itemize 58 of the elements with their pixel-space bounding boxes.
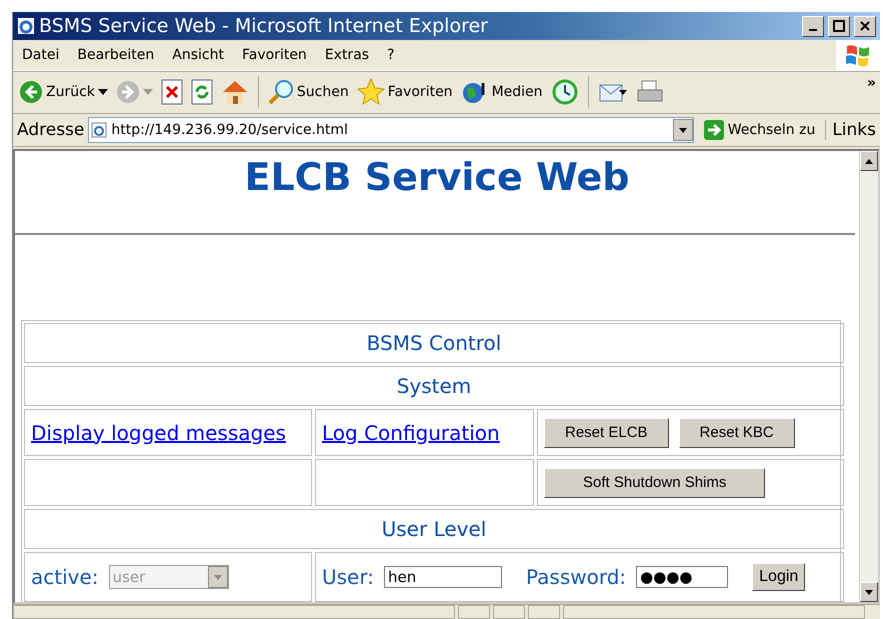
down-arrow-icon — [865, 590, 873, 594]
menu-item[interactable]: Extras — [316, 47, 378, 63]
star-icon — [356, 78, 385, 106]
address-label: Adresse — [17, 120, 84, 140]
back-button[interactable]: Zurück — [17, 80, 110, 104]
login-button[interactable]: Login — [752, 563, 806, 591]
reset-button[interactable]: Reset ELCB — [544, 418, 669, 448]
minimize-icon — [809, 29, 817, 31]
menu-item[interactable]: Favoriten — [232, 47, 316, 63]
caret-icon — [678, 128, 687, 132]
stop-icon — [160, 79, 183, 105]
media-button[interactable]: Medien — [458, 79, 545, 105]
password-field[interactable]: ●●●● — [636, 566, 728, 588]
favorites-button[interactable]: Favoriten — [354, 78, 455, 106]
caret-icon — [214, 574, 222, 580]
window-title: BSMS Service Web - Microsoft Internet Explorer — [39, 15, 489, 37]
links-button[interactable]: Links — [825, 120, 876, 140]
menu-item[interactable]: Datei — [13, 47, 68, 63]
dropdown-button[interactable] — [672, 119, 693, 141]
user-label: User: — [322, 565, 374, 589]
page-icon — [91, 122, 108, 138]
house-icon — [220, 79, 249, 105]
address-field[interactable]: http://149.236.99.20/service.html — [88, 117, 694, 143]
maximize-icon — [833, 20, 845, 32]
section-title: System — [396, 374, 472, 398]
close-button[interactable] — [854, 16, 876, 36]
page-icon — [17, 17, 35, 35]
user-field[interactable]: hen — [384, 566, 502, 588]
stop-button[interactable] — [158, 79, 185, 105]
close-icon — [860, 21, 870, 31]
page-heading: ELCB Service Web — [244, 154, 630, 201]
shutdown-button[interactable]: Soft Shutdown Shims — [544, 468, 766, 498]
minimize-button[interactable] — [802, 16, 824, 36]
address-text: http://149.236.99.20/service.html — [111, 122, 349, 138]
active-label: active: — [31, 565, 99, 589]
messages-link[interactable]: Display logged messages — [31, 420, 286, 444]
search-icon — [268, 79, 294, 105]
caret-icon — [98, 89, 108, 95]
config-link[interactable]: Log Configuration — [322, 420, 500, 444]
scroll-down-button[interactable] — [860, 582, 878, 602]
up-arrow-icon — [865, 158, 873, 164]
refresh-icon — [190, 79, 213, 105]
go-button[interactable]: Wechseln zu — [698, 119, 822, 141]
menu-item[interactable]: ? — [378, 47, 404, 63]
section-title: User Level — [382, 517, 486, 541]
search-button[interactable]: Suchen — [266, 79, 351, 105]
clock-icon — [550, 78, 579, 106]
refresh-button[interactable] — [188, 79, 215, 105]
caret-icon — [142, 89, 153, 95]
scrollbar[interactable] — [859, 151, 878, 602]
menu-item[interactable]: Ansicht — [163, 47, 233, 63]
menu-item[interactable]: Bearbeiten — [68, 47, 164, 63]
maximize-button[interactable] — [828, 16, 850, 36]
scroll-up-button[interactable] — [860, 151, 878, 171]
password-label: Password: — [526, 565, 626, 589]
more-button[interactable]: » — [866, 75, 876, 91]
reset-button[interactable]: Reset KBC — [678, 418, 795, 448]
section-title: BSMS Control — [366, 331, 502, 355]
